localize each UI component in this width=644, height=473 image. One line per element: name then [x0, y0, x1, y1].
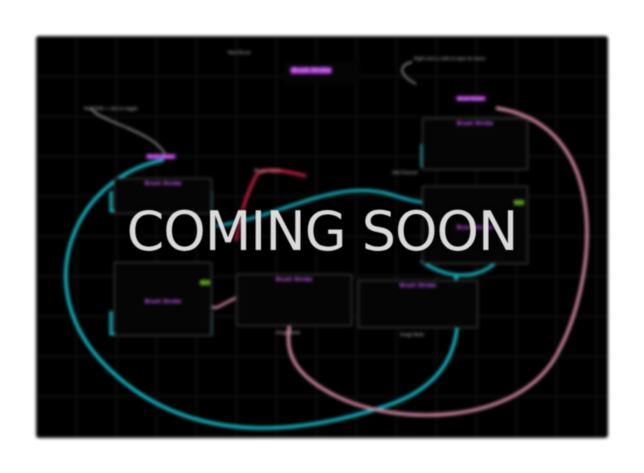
node-title: Brush Stroke: [275, 277, 313, 283]
node-top-center[interactable]: Brush Stroke: [284, 62, 360, 84]
status-badge: ON: [200, 280, 211, 285]
left-note: Hold Shift + click to toggle: [84, 106, 138, 111]
node-center-bottom[interactable]: Brush Stroke: [236, 274, 352, 326]
coming-soon-overlay: COMING SOON: [126, 200, 519, 263]
wire-white-top: [401, 61, 417, 85]
node-port-pill[interactable]: Brush Stroke: [146, 154, 176, 159]
node-title: Brush Stroke: [144, 181, 182, 187]
node-right-upper[interactable]: Brush Stroke: [422, 118, 528, 170]
node-port-pill[interactable]: Brush Stroke: [456, 96, 486, 101]
wire-pink-small: [210, 296, 237, 309]
node-title-pill: Brush Stroke: [290, 67, 333, 74]
node-title: Brush Stroke: [456, 121, 494, 127]
node-right-bottom[interactable]: Brush Stroke: [358, 280, 478, 328]
right-note: Right-click a node to open its menu: [414, 56, 486, 61]
node-caption: Image Node: [276, 330, 301, 335]
node-left-lower[interactable]: Brush Stroke: [114, 262, 212, 336]
wire-cyan-left-upper: [90, 107, 167, 157]
node-title: Brush Stroke: [399, 283, 437, 289]
right-mid-label: Add Channel: [392, 170, 418, 175]
node-title: Brush Stroke: [144, 299, 182, 305]
top-caption: Paint Brush: [228, 50, 251, 55]
mid-label: Merge Layers: [254, 168, 281, 173]
node-caption: Image Node: [400, 332, 425, 337]
